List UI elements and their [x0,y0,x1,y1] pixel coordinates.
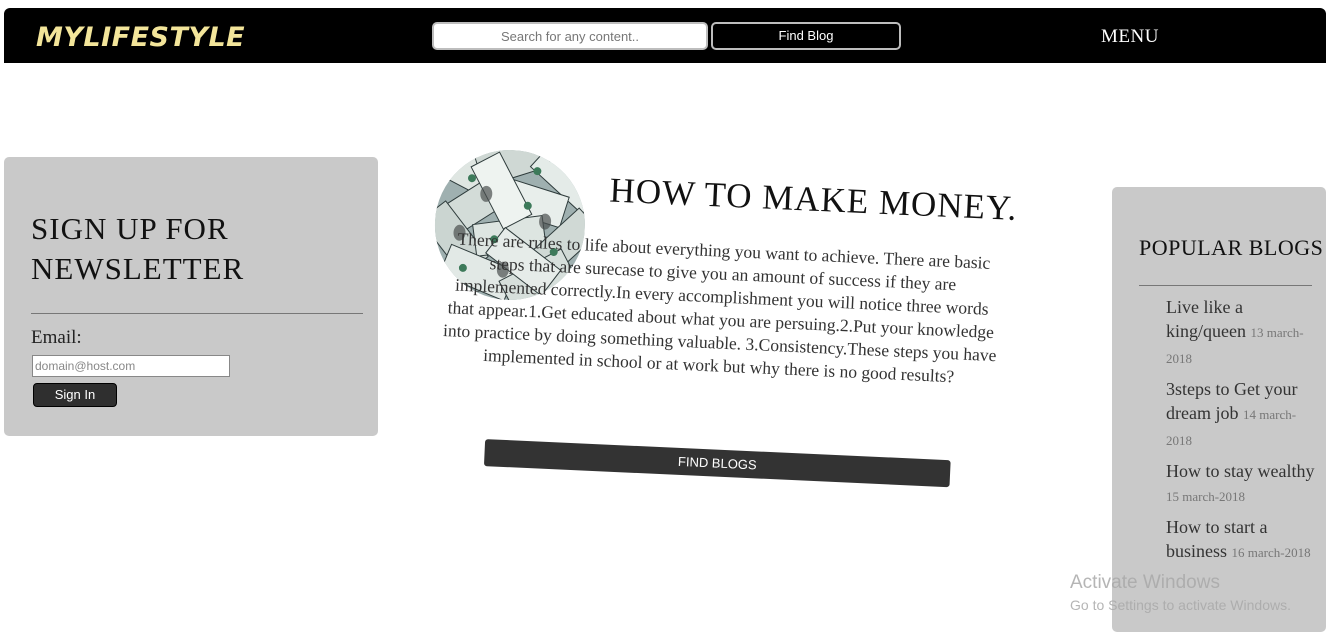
find-blog-button[interactable]: Find Blog [711,22,901,50]
popular-blog-item[interactable]: 3steps to Get your dream job 14 march-20… [1166,377,1316,453]
article-body: There are rules to life about everything… [442,228,997,387]
article-title: HOW TO MAKE MONEY. [608,170,1019,228]
popular-blog-item[interactable]: How to start a business 16 march-2018 [1166,515,1316,565]
popular-blogs-title: POPULAR BLOGS [1139,235,1324,260]
popular-blog-item[interactable]: How to stay wealthy 15 march-2018 [1166,459,1316,509]
email-field[interactable] [32,355,230,377]
email-label: Email: [31,327,82,348]
blog-title[interactable]: Live like a king/queen [1166,297,1246,341]
search-input[interactable] [432,22,708,50]
blog-date: 16 march-2018 [1231,545,1311,560]
newsletter-divider [31,313,363,314]
sign-in-button[interactable]: Sign In [33,383,117,407]
newsletter-title: SIGN UP FOR NEWSLETTER [31,211,245,286]
popular-blog-item[interactable]: Live like a king/queen 13 march-2018 [1166,295,1316,371]
watermark-subtitle: Go to Settings to activate Windows. [1070,597,1291,613]
activate-windows-watermark: Activate Windows Go to Settings to activ… [1070,572,1291,613]
popular-blogs-divider [1139,285,1312,286]
watermark-title: Activate Windows [1070,572,1220,593]
blog-title[interactable]: How to stay wealthy [1166,461,1314,481]
article-card: HOW TO MAKE MONEY. There are rules to li… [420,145,1036,532]
top-navbar: MYLIFESTYLE Find Blog MENU [4,8,1326,63]
newsletter-panel: SIGN UP FOR NEWSLETTER Email: Sign In [4,157,378,436]
site-logo[interactable]: MYLIFESTYLE [36,22,245,53]
menu-button[interactable]: MENU [1101,26,1159,48]
popular-blogs-list: Live like a king/queen 13 march-2018 3st… [1166,295,1316,571]
find-blogs-button[interactable]: FIND BLOGS [483,439,951,488]
blog-date: 15 march-2018 [1166,489,1246,504]
popular-blogs-panel: POPULAR BLOGS Live like a king/queen 13 … [1112,187,1326,632]
